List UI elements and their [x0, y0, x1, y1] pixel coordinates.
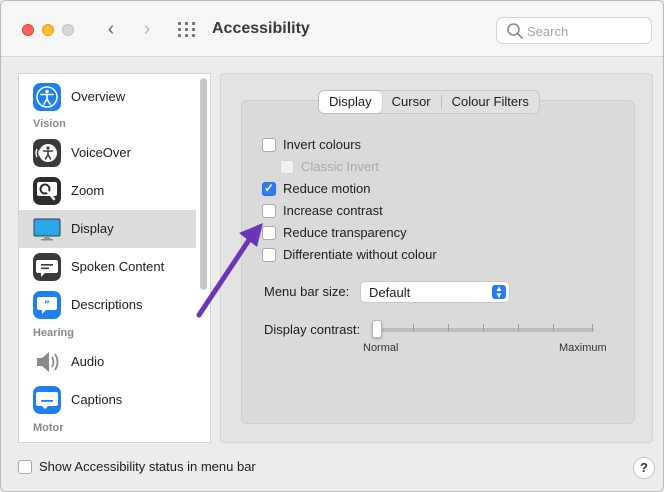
sidebar-item-label: VoiceOver [71, 145, 131, 160]
svg-text:”: ” [44, 300, 50, 310]
sidebar-item-voiceover[interactable]: VoiceOver [19, 134, 196, 172]
audio-speaker-icon [37, 352, 59, 372]
tab-cursor[interactable]: Cursor [382, 91, 441, 113]
help-button[interactable]: ? [633, 457, 655, 479]
display-contrast-knob[interactable] [372, 320, 382, 338]
forward-button[interactable]: › [137, 19, 157, 39]
sidebar-item-descriptions[interactable]: ” Descriptions [19, 286, 196, 324]
close-button[interactable] [22, 24, 34, 36]
tab-bar: Display Cursor Colour Filters [318, 90, 540, 114]
checkbox [280, 160, 294, 174]
option-label: Classic Invert [301, 159, 380, 174]
display-contrast-track[interactable] [378, 328, 594, 332]
option-label: Differentiate without colour [283, 247, 437, 262]
search-input[interactable] [527, 21, 645, 41]
option-label: Increase contrast [283, 203, 383, 218]
sidebar-section-motor: Motor [33, 422, 64, 434]
option-label: Show Accessibility status in menu bar [39, 459, 256, 474]
sidebar-item-label: Overview [71, 89, 126, 104]
sidebar-item-label: Display [71, 221, 114, 236]
minimize-button[interactable] [42, 24, 54, 36]
sidebar-item-label: Captions [71, 392, 123, 407]
sidebar-item-overview[interactable]: Overview [19, 78, 196, 116]
slider-tick [553, 324, 554, 331]
search-field[interactable] [496, 17, 652, 44]
zoom-button[interactable] [62, 24, 74, 36]
sidebar-section-hearing: Hearing [33, 327, 74, 339]
checkbox[interactable] [18, 460, 32, 474]
preferences-window: ‹ › Accessibility Overview Visio [0, 0, 664, 492]
sidebar-item-label: Spoken Content [71, 259, 165, 274]
spoken-content-icon [33, 253, 61, 281]
search-icon [507, 23, 523, 39]
sidebar-item-label: Descriptions [71, 297, 143, 312]
slider-tick [592, 324, 593, 331]
zoom-icon [33, 177, 61, 205]
slider-max-label: Maximum [559, 342, 607, 354]
menu-bar-size-select[interactable]: Default ▲ ▼ [360, 281, 510, 303]
checkbox[interactable] [262, 204, 276, 218]
menu-bar-size-label: Menu bar size: [264, 284, 350, 299]
title-bar: ‹ › Accessibility [1, 1, 663, 57]
tab-colour-filters[interactable]: Colour Filters [442, 91, 539, 113]
sidebar-item-zoom[interactable]: Zoom [19, 172, 196, 210]
window-title: Accessibility [212, 20, 310, 37]
chevron-updown-icon: ▲ ▼ [492, 285, 506, 300]
sidebar-item-display[interactable]: Display [19, 210, 196, 248]
tab-box: Invert colours Classic Invert ✓ Reduce m… [241, 100, 635, 424]
slider-tick [518, 324, 519, 331]
option-label: Invert colours [283, 137, 362, 152]
option-label: Reduce transparency [283, 225, 407, 240]
descriptions-icon: ” [33, 291, 61, 319]
sidebar-item-audio[interactable]: Audio [19, 343, 196, 381]
back-button[interactable]: ‹ [101, 19, 121, 39]
slider-tick [483, 324, 484, 331]
checkbox[interactable] [262, 138, 276, 152]
annotation-arrow-icon [196, 223, 263, 318]
display-icon [33, 218, 61, 241]
show-all-grid-icon[interactable] [178, 22, 196, 38]
sidebar: Overview Vision VoiceOver Zoom Display S… [18, 73, 211, 443]
checkmark-icon: ✓ [264, 181, 275, 195]
sidebar-item-label: Zoom [71, 183, 105, 198]
display-contrast-label: Display contrast: [264, 322, 361, 337]
slider-tick [448, 324, 449, 331]
sidebar-item-label: Audio [71, 354, 105, 369]
slider-tick [413, 324, 414, 331]
sidebar-item-spoken-content[interactable]: Spoken Content [19, 248, 196, 286]
tab-display[interactable]: Display [319, 91, 382, 113]
select-value: Default [369, 285, 411, 300]
checkbox[interactable]: ✓ [262, 181, 276, 196]
sidebar-item-captions[interactable]: Captions [19, 381, 196, 419]
accessibility-overview-icon [33, 83, 61, 111]
captions-icon [33, 386, 61, 414]
sidebar-section-vision: Vision [33, 118, 66, 130]
slider-min-label: Normal [363, 342, 399, 354]
content-pane: Invert colours Classic Invert ✓ Reduce m… [220, 73, 653, 443]
voiceover-icon [33, 139, 61, 167]
option-label: Reduce motion [283, 181, 371, 196]
